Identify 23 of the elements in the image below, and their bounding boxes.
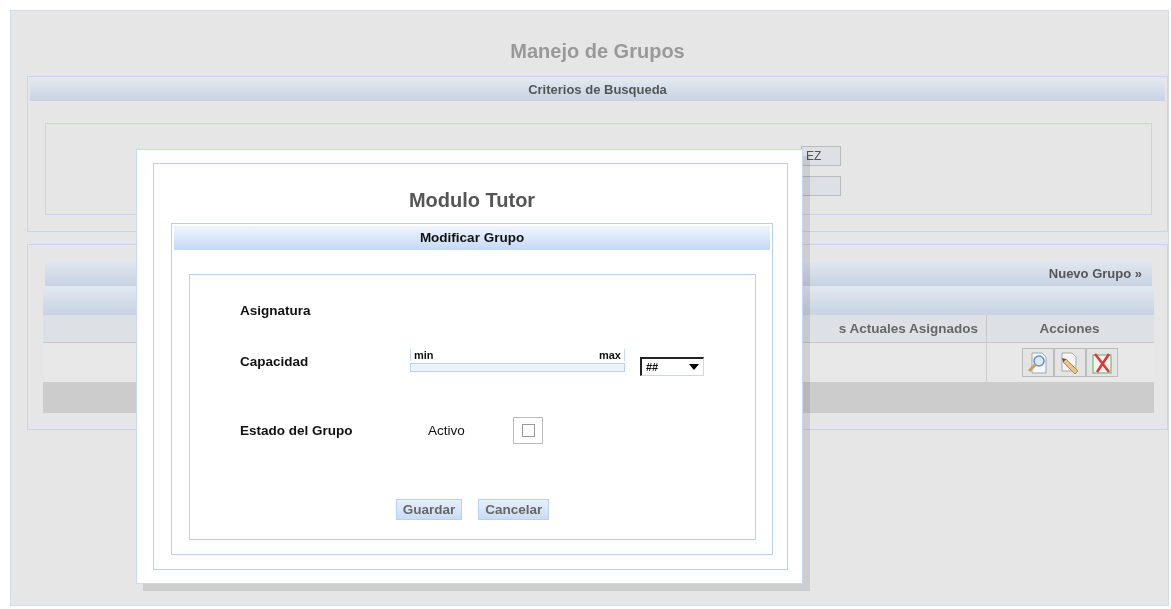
text-field[interactable] bbox=[801, 176, 841, 196]
dropdown[interactable]: ## bbox=[640, 357, 704, 376]
page-title: Manejo de Grupos bbox=[509, 39, 686, 64]
field-label: Asignatura bbox=[240, 303, 311, 318]
delete-button[interactable] bbox=[1085, 348, 1118, 377]
checkbox[interactable] bbox=[521, 423, 535, 437]
caret-icon bbox=[689, 364, 699, 370]
dialog-button[interactable]: Guardar bbox=[395, 499, 463, 520]
edit-button[interactable] bbox=[1053, 348, 1086, 377]
text-field[interactable]: EZ bbox=[801, 146, 841, 166]
section-header: Criterios de Busqueda bbox=[30, 79, 1165, 101]
field-label: Capacidad bbox=[240, 353, 310, 369]
field-label: Estado del Grupo bbox=[240, 422, 354, 438]
column-header: Acciones bbox=[1038, 320, 1101, 338]
view-button[interactable] bbox=[1021, 348, 1054, 377]
dialog-title: Modulo Tutor bbox=[407, 188, 537, 213]
checkbox-label: Activo bbox=[428, 422, 466, 438]
section-header: Modificar Grupo bbox=[174, 226, 770, 250]
new-group-link[interactable]: Nuevo Grupo » bbox=[1048, 266, 1142, 281]
min-label: min bbox=[410, 349, 437, 361]
magnifier-icon bbox=[1025, 350, 1050, 375]
dialog-button[interactable]: Cancelar bbox=[478, 499, 550, 520]
max-label: max bbox=[595, 349, 625, 361]
